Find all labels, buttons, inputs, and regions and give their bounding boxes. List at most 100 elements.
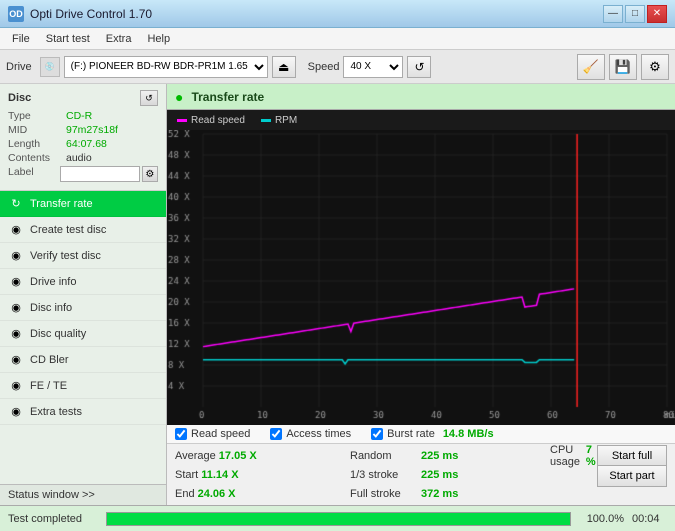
stats-rows: Average 17.05 X Start 11.14 X End 24.06 … [167, 444, 675, 505]
burst-rate-cb-label: Burst rate [387, 428, 435, 440]
sidebar-item-disc-info[interactable]: ◉ Disc info [0, 295, 166, 321]
sidebar-item-fe-te[interactable]: ◉ FE / TE [0, 373, 166, 399]
title-bar-left: OD Opti Drive Control 1.70 [8, 6, 152, 22]
read-speed-legend-dot [177, 119, 187, 122]
verify-test-disc-icon: ◉ [8, 248, 24, 264]
disc-length-key: Length [8, 138, 66, 150]
save-button[interactable]: 💾 [609, 54, 637, 80]
random-label: Random [350, 450, 418, 462]
disc-section: Disc ↺ Type CD-R MID 97m27s18f Length 64… [0, 84, 166, 191]
close-button[interactable]: ✕ [647, 5, 667, 23]
progress-text: 100.0% [579, 513, 624, 525]
status-window-label: Status window >> [8, 489, 95, 501]
create-test-disc-icon: ◉ [8, 222, 24, 238]
full-stroke-row: Full stroke 372 ms [350, 485, 550, 503]
sidebar-item-create-test-disc-label: Create test disc [30, 224, 106, 236]
random-row: Random 225 ms [350, 447, 550, 465]
disc-type-val: CD-R [66, 110, 92, 122]
progress-bar-wrap [106, 512, 571, 526]
cpu-label: CPU usage [550, 444, 583, 468]
minimize-button[interactable]: — [603, 5, 623, 23]
sidebar-item-fe-te-label: FE / TE [30, 380, 67, 392]
disc-section-title: Disc [8, 92, 31, 104]
sidebar-item-cd-bler[interactable]: ◉ CD Bler [0, 347, 166, 373]
drive-icon: 💿 [40, 57, 60, 77]
random-value: 225 ms [421, 450, 458, 462]
drive-select-wrap: 💿 (F:) PIONEER BD-RW BDR-PR1M 1.65 [40, 56, 268, 78]
average-row: Average 17.05 X [175, 447, 350, 465]
sidebar-item-transfer-rate-label: Transfer rate [30, 198, 93, 210]
clear-button[interactable]: 🧹 [577, 54, 605, 80]
menu-help[interactable]: Help [139, 31, 178, 47]
read-speed-cb-item: Read speed [175, 428, 250, 440]
sidebar-item-cd-bler-label: CD Bler [30, 354, 69, 366]
disc-type-row: Type CD-R [8, 110, 158, 122]
burst-rate-cb-item: Burst rate 14.8 MB/s [371, 428, 493, 440]
maximize-button[interactable]: □ [625, 5, 645, 23]
transfer-rate-icon: ↻ [8, 196, 24, 212]
burst-rate-value: 14.8 MB/s [443, 428, 494, 440]
start-full-button[interactable]: Start full [597, 445, 667, 467]
disc-label-row: Label ⚙ [8, 166, 158, 182]
read-speed-cb-label: Read speed [191, 428, 250, 440]
disc-label-key: Label [8, 166, 60, 182]
disc-refresh-button[interactable]: ↺ [140, 90, 158, 106]
rpm-legend-dot [261, 119, 271, 122]
disc-label-button[interactable]: ⚙ [142, 166, 158, 182]
stroke-1-3-label: 1/3 stroke [350, 469, 418, 481]
eject-button[interactable]: ⏏ [272, 56, 296, 78]
disc-mid-val: 97m27s18f [66, 124, 118, 136]
stroke-1-3-value: 225 ms [421, 469, 458, 481]
average-value: 17.05 X [219, 450, 257, 462]
rpm-legend-label: RPM [275, 115, 297, 126]
menu-file[interactable]: File [4, 31, 38, 47]
disc-label-input[interactable] [60, 166, 140, 182]
chart-header: ● Transfer rate [167, 84, 675, 110]
menu-extra[interactable]: Extra [98, 31, 140, 47]
start-part-row: Start part [597, 467, 667, 485]
refresh-button[interactable]: ↺ [407, 56, 431, 78]
stats-col1: Average 17.05 X Start 11.14 X End 24.06 … [175, 447, 350, 503]
stats-col4: Start full Start part [597, 447, 667, 503]
drive-label: Drive [6, 61, 32, 73]
disc-info-icon: ◉ [8, 300, 24, 316]
sidebar-item-create-test-disc[interactable]: ◉ Create test disc [0, 217, 166, 243]
disc-mid-key: MID [8, 124, 66, 136]
menu-bar: File Start test Extra Help [0, 28, 675, 50]
checkboxes-row: Read speed Access times Burst rate 14.8 … [167, 425, 675, 444]
bottom-bar: Test completed 100.0% 00:04 [0, 505, 675, 531]
end-row: End 24.06 X [175, 485, 350, 503]
main-layout: Disc ↺ Type CD-R MID 97m27s18f Length 64… [0, 84, 675, 505]
disc-contents-val: audio [66, 152, 92, 164]
chart-title: Transfer rate [191, 90, 264, 104]
window-controls: — □ ✕ [603, 5, 667, 23]
speed-select[interactable]: 40 X [343, 56, 403, 78]
sidebar-item-disc-quality-label: Disc quality [30, 328, 86, 340]
sidebar-item-disc-info-label: Disc info [30, 302, 72, 314]
full-stroke-value: 372 ms [421, 488, 458, 500]
access-times-cb-item: Access times [270, 428, 351, 440]
disc-length-val: 64:07.68 [66, 138, 107, 150]
drive-select[interactable]: (F:) PIONEER BD-RW BDR-PR1M 1.65 [64, 56, 268, 78]
sidebar-item-disc-quality[interactable]: ◉ Disc quality [0, 321, 166, 347]
legend-rpm: RPM [261, 115, 297, 126]
access-times-checkbox[interactable] [270, 428, 282, 440]
read-speed-checkbox[interactable] [175, 428, 187, 440]
disc-contents-key: Contents [8, 152, 66, 164]
settings-button[interactable]: ⚙ [641, 54, 669, 80]
fe-te-icon: ◉ [8, 378, 24, 394]
sidebar-item-transfer-rate[interactable]: ↻ Transfer rate [0, 191, 166, 217]
menu-start-test[interactable]: Start test [38, 31, 98, 47]
sidebar-item-extra-tests[interactable]: ◉ Extra tests [0, 399, 166, 425]
sidebar-item-drive-info[interactable]: ◉ Drive info [0, 269, 166, 295]
start-part-button[interactable]: Start part [597, 465, 667, 487]
time-text: 00:04 [632, 513, 667, 525]
content-area: ● Transfer rate Read speed RPM Read spee… [167, 84, 675, 505]
sidebar-item-verify-test-disc[interactable]: ◉ Verify test disc [0, 243, 166, 269]
chart-icon: ● [175, 89, 183, 105]
status-window-button[interactable]: Status window >> [0, 485, 166, 505]
toolbar: Drive 💿 (F:) PIONEER BD-RW BDR-PR1M 1.65… [0, 50, 675, 84]
sidebar-bottom: Status window >> [0, 484, 166, 505]
burst-rate-checkbox[interactable] [371, 428, 383, 440]
start-value: 11.14 X [201, 469, 238, 481]
